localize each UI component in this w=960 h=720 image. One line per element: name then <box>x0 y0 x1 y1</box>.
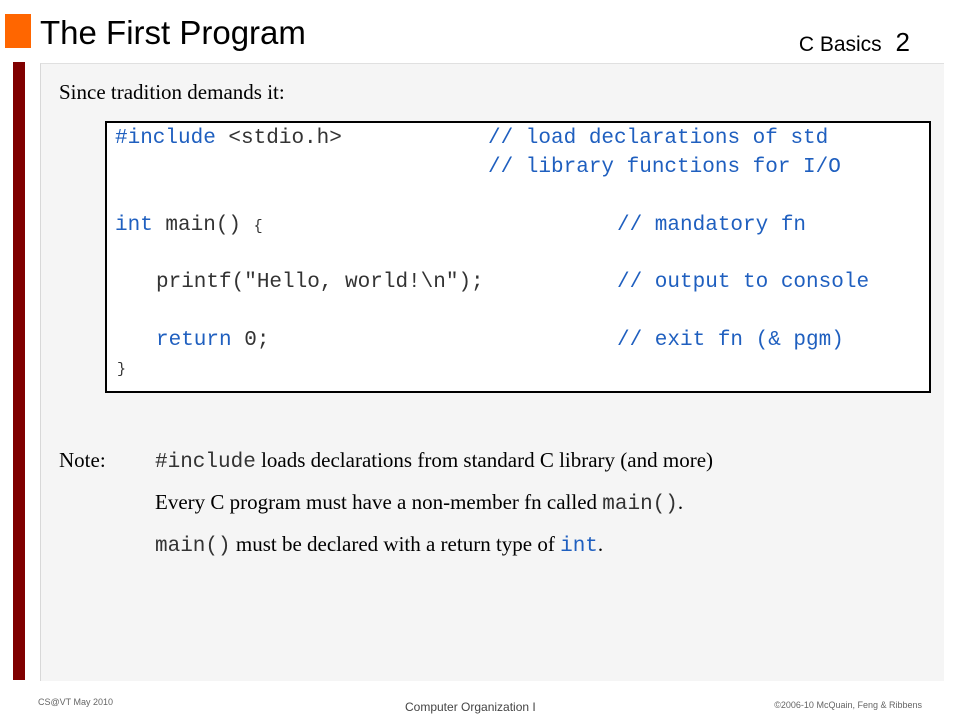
slide-number: 2 <box>895 27 910 57</box>
note-int-code: int <box>560 535 598 558</box>
code-line-1: #include <stdio.h> <box>115 127 342 150</box>
code-line-main: int main() { <box>115 214 263 237</box>
note-3-end: . <box>597 532 604 556</box>
note-3-text: must be declared with a return type of <box>230 532 561 556</box>
code-close-brace: } <box>117 361 127 378</box>
section-label: C Basics 2 <box>799 27 910 58</box>
code-open-brace: { <box>253 218 263 235</box>
code-comment-main: // mandatory fn <box>617 214 807 237</box>
note-include-code: #include <box>155 451 256 474</box>
code-include-header: <stdio.h> <box>215 127 342 150</box>
code-line-printf: printf("Hello, world!\n"); <box>156 271 484 294</box>
slide-title: The First Program <box>40 14 306 51</box>
note-1-text: loads declarations from standard C libra… <box>255 448 714 472</box>
section-name: C Basics <box>798 33 882 56</box>
footer-right: ©2006-10 McQuain, Feng & Ribbens <box>774 700 922 710</box>
code-comment-printf: // output to console <box>617 271 870 294</box>
footer-center: Computer Organization I <box>405 700 536 714</box>
title-accent-square <box>5 14 31 48</box>
code-comment-2: // library functions for I/O <box>488 156 841 179</box>
code-main-signature: main() <box>152 214 254 237</box>
note-2-text: Every C program must have a non-member f… <box>155 490 603 514</box>
code-line-return: return 0; <box>156 329 269 352</box>
note-main-code-2: main() <box>155 535 231 558</box>
footer-left: CS@VT May 2010 <box>38 697 114 707</box>
code-comment-return: // exit fn (& pgm) <box>617 329 844 352</box>
code-block: #include <stdio.h> // load declarations … <box>105 121 931 393</box>
code-int-keyword: int <box>115 214 153 237</box>
note-line-1: #include loads declarations from standar… <box>155 448 713 474</box>
code-comment-1: // load declarations of std <box>488 127 829 150</box>
note-2-end: . <box>677 490 684 514</box>
intro-text: Since tradition demands it: <box>59 80 285 104</box>
note-main-code: main() <box>602 493 678 516</box>
left-accent-bar <box>13 62 25 680</box>
code-return-value: 0; <box>231 329 270 352</box>
code-return-keyword: return <box>156 329 232 352</box>
note-line-3: main() must be declared with a return ty… <box>155 532 603 558</box>
note-label: Note: <box>59 448 106 472</box>
code-include-keyword: #include <box>115 127 216 150</box>
note-line-2: Every C program must have a non-member f… <box>155 490 683 516</box>
